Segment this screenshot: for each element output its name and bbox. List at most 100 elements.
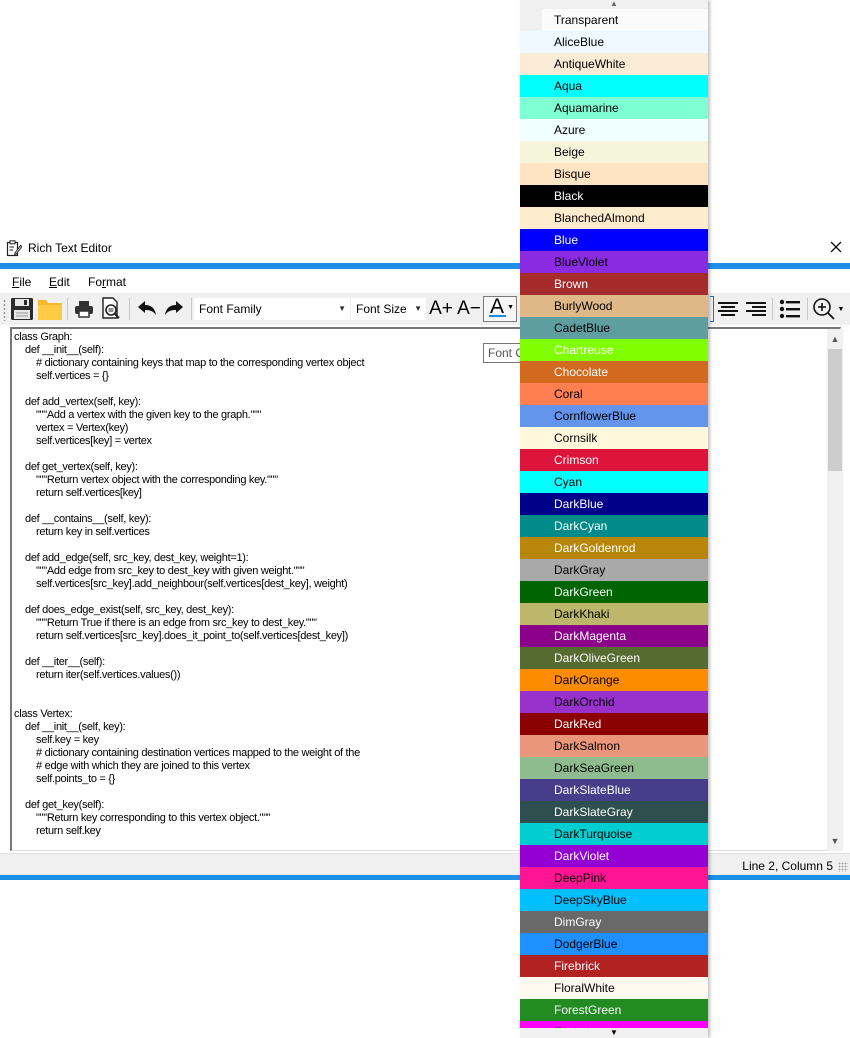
color-option-darkblue[interactable]: DarkBlue xyxy=(520,493,708,515)
align-left-button-edge[interactable] xyxy=(710,296,714,322)
shrink-font-icon: A− xyxy=(457,298,481,319)
color-option-chartreuse[interactable]: Chartreuse xyxy=(520,339,708,361)
color-option-darkseagreen[interactable]: DarkSeaGreen xyxy=(520,757,708,779)
color-option-fuchsia[interactable]: Fuchsia xyxy=(520,1021,708,1028)
color-option-darkturquoise[interactable]: DarkTurquoise xyxy=(520,823,708,845)
color-option-darkgreen[interactable]: DarkGreen xyxy=(520,581,708,603)
color-option-label: DarkRed xyxy=(554,717,602,731)
color-option-darkgray[interactable]: DarkGray xyxy=(520,559,708,581)
font-size-select[interactable]: Font Size ▼ xyxy=(351,298,426,320)
color-option-chocolate[interactable]: Chocolate xyxy=(520,361,708,383)
window-title: Rich Text Editor xyxy=(28,241,112,255)
zoom-button[interactable]: ▼ xyxy=(810,296,846,322)
color-option-cyan[interactable]: Cyan xyxy=(520,471,708,493)
vertical-scrollbar[interactable]: ▲ ▼ xyxy=(827,329,843,851)
color-option-label: DarkTurquoise xyxy=(554,827,633,841)
menu-format-rest: mat xyxy=(106,275,127,289)
color-option-label: DarkSalmon xyxy=(554,739,621,753)
color-option-label: ForestGreen xyxy=(554,1003,622,1017)
scroll-down-button[interactable]: ▼ xyxy=(827,833,843,849)
color-option-darkmagenta[interactable]: DarkMagenta xyxy=(520,625,708,647)
color-option-dimgray[interactable]: DimGray xyxy=(520,911,708,933)
rich-text-area[interactable]: class Graph: def __init__(self): # dicti… xyxy=(10,327,843,851)
color-option-blanchedalmond[interactable]: BlanchedAlmond xyxy=(520,207,708,229)
color-option-beige[interactable]: Beige xyxy=(520,141,708,163)
bullet-list-button[interactable] xyxy=(777,296,803,322)
color-option-transparent[interactable]: Transparent xyxy=(520,9,708,31)
color-option-label: Cornsilk xyxy=(554,431,598,445)
color-option-darkviolet[interactable]: DarkViolet xyxy=(520,845,708,867)
align-right-button[interactable] xyxy=(744,296,768,322)
chevron-down-icon: ▼ xyxy=(507,304,514,311)
chevron-down-icon: ▼ xyxy=(837,305,845,313)
color-option-label: DarkBlue xyxy=(554,497,604,511)
color-dropdown[interactable]: ▲ Transparent AliceBlue AntiqueWhite Aqua Aq… xyxy=(520,0,708,1038)
color-option-aquamarine[interactable]: Aquamarine xyxy=(520,97,708,119)
color-option-darkgoldenrod[interactable]: DarkGoldenrod xyxy=(520,537,708,559)
color-option-darkorchid[interactable]: DarkOrchid xyxy=(520,691,708,713)
color-option-aqua[interactable]: Aqua xyxy=(520,75,708,97)
menu-format[interactable]: Format xyxy=(88,275,126,289)
color-option-label: DarkGoldenrod xyxy=(554,541,636,555)
font-family-select[interactable]: Font Family ▼ xyxy=(194,298,350,320)
color-option-label: Bisque xyxy=(554,167,591,181)
color-option-forestgreen[interactable]: ForestGreen xyxy=(520,999,708,1021)
font-color-button[interactable]: A ▼ xyxy=(483,295,517,322)
color-option-deeppink[interactable]: DeepPink xyxy=(520,867,708,889)
redo-button[interactable] xyxy=(162,296,186,322)
resize-grip[interactable] xyxy=(838,862,848,872)
color-option-label: DarkOliveGreen xyxy=(554,651,641,665)
color-option-label: CadetBlue xyxy=(554,321,611,335)
color-option-darkcyan[interactable]: DarkCyan xyxy=(520,515,708,537)
color-option-azure[interactable]: Azure xyxy=(520,119,708,141)
color-option-deepskyblue[interactable]: DeepSkyBlue xyxy=(520,889,708,911)
bullet-list-icon xyxy=(779,299,800,319)
color-option-blue[interactable]: Blue xyxy=(520,229,708,251)
close-icon[interactable] xyxy=(828,239,844,255)
color-option-bisque[interactable]: Bisque xyxy=(520,163,708,185)
color-option-brown[interactable]: Brown xyxy=(520,273,708,295)
color-option-darkslateblue[interactable]: DarkSlateBlue xyxy=(520,779,708,801)
print-preview-button[interactable] xyxy=(100,296,124,322)
color-option-darkorange[interactable]: DarkOrange xyxy=(520,669,708,691)
dropdown-scroll-down-arrow[interactable]: ▼ xyxy=(520,1028,708,1038)
color-option-firebrick[interactable]: Firebrick xyxy=(520,955,708,977)
menu-file[interactable]: File xyxy=(12,275,31,289)
color-option-burlywood[interactable]: BurlyWood xyxy=(520,295,708,317)
color-option-darkred[interactable]: DarkRed xyxy=(520,713,708,735)
color-option-darkkhaki[interactable]: DarkKhaki xyxy=(520,603,708,625)
color-option-darksalmon[interactable]: DarkSalmon xyxy=(520,735,708,757)
save-button[interactable] xyxy=(9,296,35,322)
color-option-cadetblue[interactable]: CadetBlue xyxy=(520,317,708,339)
color-option-darkslategray[interactable]: DarkSlateGray xyxy=(520,801,708,823)
color-option-aliceblue[interactable]: AliceBlue xyxy=(520,31,708,53)
color-option-label: AntiqueWhite xyxy=(554,57,626,71)
color-option-label: DarkGray xyxy=(554,563,606,577)
color-option-cornsilk[interactable]: Cornsilk xyxy=(520,427,708,449)
scroll-up-button[interactable]: ▲ xyxy=(827,331,843,347)
color-option-black[interactable]: Black xyxy=(520,185,708,207)
color-option-cornflowerblue[interactable]: CornflowerBlue xyxy=(520,405,708,427)
dropdown-scroll-up-arrow[interactable]: ▲ xyxy=(520,0,708,9)
color-option-floralwhite[interactable]: FloralWhite xyxy=(520,977,708,999)
align-center-button[interactable] xyxy=(716,296,740,322)
color-option-crimson[interactable]: Crimson xyxy=(520,449,708,471)
grow-font-button[interactable]: A+ xyxy=(428,296,454,322)
color-option-antiquewhite[interactable]: AntiqueWhite xyxy=(520,53,708,75)
menu-edit-mnemonic: E xyxy=(49,275,58,289)
menu-edit[interactable]: Edit xyxy=(49,275,70,289)
color-option-dodgerblue[interactable]: DodgerBlue xyxy=(520,933,708,955)
color-option-darkolivegreen[interactable]: DarkOliveGreen xyxy=(520,647,708,669)
align-center-icon xyxy=(718,302,738,316)
scrollbar-thumb[interactable] xyxy=(828,349,842,471)
color-option-label: DarkMagenta xyxy=(554,629,627,643)
color-option-coral[interactable]: Coral xyxy=(520,383,708,405)
open-button[interactable] xyxy=(36,296,64,322)
toolbar-grip[interactable] xyxy=(3,299,6,321)
shrink-font-button[interactable]: A− xyxy=(456,296,482,322)
print-button[interactable] xyxy=(72,296,96,322)
color-option-blueviolet[interactable]: BlueViolet xyxy=(520,251,708,273)
color-option-label: AliceBlue xyxy=(554,35,605,49)
undo-button[interactable] xyxy=(135,296,159,322)
folder-icon xyxy=(38,300,62,320)
